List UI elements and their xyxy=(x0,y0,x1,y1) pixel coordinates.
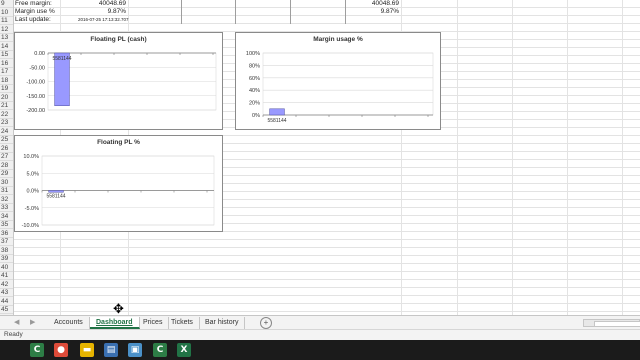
row-number[interactable]: 39 xyxy=(0,255,13,263)
app-icon-c[interactable]: C xyxy=(153,343,167,357)
row-number[interactable]: 17 xyxy=(0,68,13,76)
tab-dashboard[interactable]: Dashboard xyxy=(90,317,140,329)
y-tick-label: 5.0% xyxy=(26,171,39,177)
sheet-tab-bar: ◀ ▶ Accounts Dashboard Prices Tickets Bar hi… xyxy=(0,315,640,329)
excel-icon[interactable]: X xyxy=(177,343,191,357)
y-tick-label: 40% xyxy=(249,88,260,94)
worksheet[interactable]: 9 10 11 12 13 14 15 16 17 18 19 20 21 22 23 24 25 26 27 28 2… xyxy=(0,0,640,315)
row-number[interactable]: 9 xyxy=(0,0,13,8)
free-margin-label: Free margin: xyxy=(15,0,52,7)
add-sheet-button[interactable]: + xyxy=(260,317,272,329)
row-number[interactable]: 24 xyxy=(0,128,13,136)
row-number[interactable]: 43 xyxy=(0,289,13,297)
row-number[interactable]: 14 xyxy=(0,43,13,51)
y-tick-label: 10.0% xyxy=(23,154,39,160)
margin-use-value: 9.87% xyxy=(107,8,126,15)
row-number[interactable]: 30 xyxy=(0,179,13,187)
row-number[interactable]: 40 xyxy=(0,264,13,272)
margin-use-label: Margin use % xyxy=(15,8,55,15)
chart-plot: 10.0% 5.0% 0.0% -5.0% -10.0% 5581144 xyxy=(22,154,215,229)
remote-desktop-icon[interactable]: ▣ xyxy=(128,343,142,357)
y-tick-label: -50.00 xyxy=(29,65,45,71)
y-tick-label: 20% xyxy=(249,101,260,107)
y-tick-label: 0.00 xyxy=(34,51,45,57)
category-label: 5581144 xyxy=(52,56,71,62)
prev-sheet-icon[interactable]: ◀ xyxy=(14,318,19,326)
chart-plot: 100% 80% 60% 40% 20% 0% 5581144 xyxy=(246,51,434,124)
category-label: 5581144 xyxy=(46,194,65,200)
free-margin-value: 40048.69 xyxy=(98,0,126,7)
row-number[interactable]: 18 xyxy=(0,77,13,85)
y-tick-label: 100% xyxy=(246,51,260,57)
row-number[interactable]: 28 xyxy=(0,162,13,170)
row-number[interactable]: 36 xyxy=(0,230,13,238)
tab-bar-history[interactable]: Bar history xyxy=(199,317,246,329)
chart-plot: 0.00 -50.00 -100.00 -150.00 -200.00 5581144 xyxy=(26,51,217,114)
chart-floating-pl-cash[interactable]: Floating PL (cash) 0.00 -50.00 -100.00 -150… xyxy=(14,32,223,130)
horizontal-scrollbar[interactable] xyxy=(583,319,640,327)
plot-area xyxy=(262,52,434,116)
y-tick-label: -10.0% xyxy=(22,223,40,229)
last-update-label: Last update: xyxy=(15,16,51,23)
y-tick-label: 0% xyxy=(252,113,260,119)
row-number[interactable]: 22 xyxy=(0,111,13,119)
row-headers[interactable]: 9 10 11 12 13 14 15 16 17 18 19 20 21 22 23 24 25 26 27 28 2… xyxy=(0,0,14,315)
start-icon[interactable]: C xyxy=(30,343,44,357)
bar xyxy=(269,108,285,116)
y-tick-label: 80% xyxy=(249,63,260,69)
row-number[interactable]: 21 xyxy=(0,102,13,110)
row-number[interactable]: 15 xyxy=(0,51,13,59)
chart-margin-usage[interactable]: Margin usage % 100% 80% 60% 40% 20% 0% 5581144 xyxy=(235,32,441,130)
y-tick-label: -5.0% xyxy=(25,206,39,212)
row-number[interactable]: 20 xyxy=(0,94,13,102)
margin-use-value-right: 9.87% xyxy=(380,8,399,15)
row-number[interactable]: 11 xyxy=(0,17,13,25)
bar xyxy=(48,190,64,193)
row-number[interactable]: 16 xyxy=(0,60,13,68)
row-number[interactable]: 42 xyxy=(0,281,13,289)
row-number[interactable]: 44 xyxy=(0,298,13,306)
file-explorer-icon[interactable]: ▬ xyxy=(80,343,94,357)
tab-tickets[interactable]: Tickets xyxy=(165,317,200,329)
y-tick-label: -200.00 xyxy=(26,108,45,114)
free-margin-value-right: 40048.69 xyxy=(371,0,399,7)
status-bar: Ready xyxy=(0,329,640,340)
status-text: Ready xyxy=(4,331,23,338)
scrollbar-thumb[interactable] xyxy=(594,321,640,327)
chart-floating-pl-percent[interactable]: Floating PL % 10.0% 5.0% 0.0% -5.0% -10.0% 55… xyxy=(14,135,223,232)
row-number[interactable]: 31 xyxy=(0,187,13,195)
row-number[interactable]: 26 xyxy=(0,145,13,153)
category-label: 5581144 xyxy=(267,118,286,124)
row-number[interactable]: 38 xyxy=(0,247,13,255)
y-tick-label: -100.00 xyxy=(26,80,45,86)
row-number[interactable]: 19 xyxy=(0,85,13,93)
y-tick-label: -150.00 xyxy=(26,94,45,100)
row-number[interactable]: 35 xyxy=(0,221,13,229)
row-number[interactable]: 45 xyxy=(0,306,13,314)
row-number[interactable]: 10 xyxy=(0,9,13,17)
row-number[interactable]: 12 xyxy=(0,26,13,34)
row-number[interactable]: 25 xyxy=(0,136,13,144)
y-tick-label: 60% xyxy=(249,76,260,82)
row-number[interactable]: 29 xyxy=(0,170,13,178)
tab-accounts[interactable]: Accounts xyxy=(48,317,90,329)
row-number[interactable]: 41 xyxy=(0,272,13,280)
windows-taskbar: C ● ▬ ▤ ▣ C X xyxy=(0,340,640,360)
chrome-icon[interactable]: ● xyxy=(54,343,68,357)
notepad-icon[interactable]: ▤ xyxy=(104,343,118,357)
last-update-value: 2016-07-25 17:13:32.707 xyxy=(78,17,129,22)
next-sheet-icon[interactable]: ▶ xyxy=(30,318,35,326)
row-number[interactable]: 13 xyxy=(0,34,13,42)
row-number[interactable]: 32 xyxy=(0,196,13,204)
row-number[interactable]: 37 xyxy=(0,238,13,246)
row-number[interactable]: 27 xyxy=(0,153,13,161)
mouse-cursor-icon: ✥ xyxy=(113,302,124,317)
row-number[interactable]: 33 xyxy=(0,204,13,212)
row-number[interactable]: 34 xyxy=(0,213,13,221)
row-number[interactable]: 23 xyxy=(0,119,13,127)
y-tick-label: 0.0% xyxy=(26,189,39,195)
